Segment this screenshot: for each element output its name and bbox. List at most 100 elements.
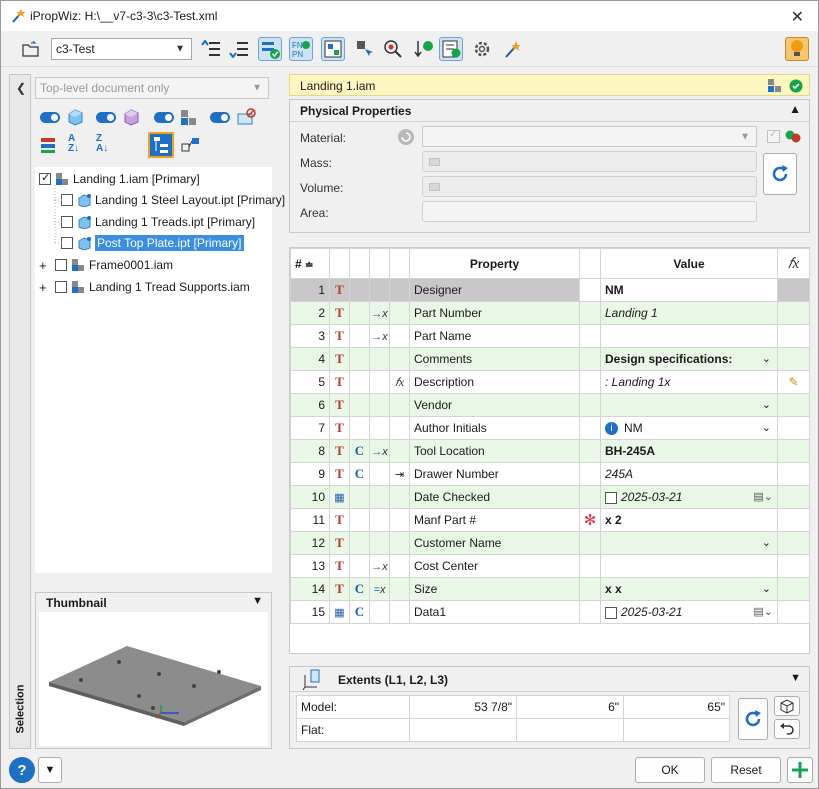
checkbox[interactable]: [605, 606, 617, 619]
collapse-left-icon[interactable]: ❮: [16, 81, 26, 95]
close-icon[interactable]: ✕: [791, 7, 804, 27]
checkbox[interactable]: [605, 491, 617, 504]
property-value[interactable]: Design specifications: ⌄: [600, 347, 778, 371]
assembly-view-icon[interactable]: [321, 37, 345, 61]
fx-cell[interactable]: [777, 577, 810, 601]
material-checkbox[interactable]: ✓: [767, 129, 780, 143]
chevron-down-icon[interactable]: ⌄: [762, 582, 771, 595]
undo-button[interactable]: [774, 719, 800, 739]
toggle-icon[interactable]: [40, 112, 60, 123]
properties-check-icon[interactable]: [258, 37, 282, 61]
flat-l1[interactable]: [409, 718, 517, 742]
toggle-icon[interactable]: [96, 112, 116, 123]
table-row[interactable]: 8 T C →x Tool Location BH-245A: [290, 439, 810, 463]
table-row[interactable]: 2 T →x Part Number Landing 1: [290, 301, 810, 325]
side-tab-selection[interactable]: Selection: [10, 674, 30, 744]
property-value[interactable]: 2025-03-21 ▤⌄: [600, 485, 778, 509]
expand-plus-icon[interactable]: +: [39, 280, 53, 295]
property-value[interactable]: 245A: [600, 462, 778, 486]
assembly-icon[interactable]: [180, 109, 198, 127]
table-row[interactable]: 12 T Customer Name ⌄: [290, 531, 810, 555]
header-num[interactable]: # ≐: [290, 248, 330, 279]
expand-plus-icon[interactable]: +: [39, 258, 53, 273]
table-row[interactable]: 14 T C =x Size x x ⌄: [290, 577, 810, 601]
sort-check-icon[interactable]: [412, 37, 436, 61]
fx-cell[interactable]: ✎: [777, 370, 810, 394]
property-value[interactable]: x 2: [600, 508, 778, 532]
tree-view-icon[interactable]: [148, 132, 174, 158]
date-picker-icon[interactable]: ▤⌄: [753, 605, 773, 618]
select-pointer-icon[interactable]: [353, 37, 377, 61]
property-value[interactable]: x x ⌄: [600, 577, 778, 601]
property-value[interactable]: [600, 554, 778, 578]
property-value[interactable]: [600, 324, 778, 348]
help-dropdown-button[interactable]: ▼: [38, 757, 62, 783]
property-value[interactable]: ⌄: [600, 531, 778, 555]
chevron-down-icon[interactable]: ⌄: [762, 536, 771, 549]
wizard-wand-icon[interactable]: [501, 37, 525, 61]
pencil-edit-icon[interactable]: ✎: [788, 375, 798, 389]
tree-item-child[interactable]: + Landing 1 Tread Supports.iam: [39, 277, 250, 297]
color-list-icon[interactable]: [40, 136, 58, 154]
table-row[interactable]: 15 ▦ C Data1 2025-03-21 ▤⌄: [290, 600, 810, 624]
fx-cell[interactable]: [777, 301, 810, 325]
zoom-search-icon[interactable]: [381, 37, 405, 61]
fx-cell[interactable]: [777, 278, 810, 302]
sort-za-icon[interactable]: Z A↓: [96, 134, 108, 154]
refresh-circle-icon[interactable]: [397, 128, 415, 146]
checkbox[interactable]: [55, 281, 67, 293]
header-value[interactable]: Value: [600, 248, 778, 279]
reset-button[interactable]: Reset: [711, 757, 781, 783]
material-select[interactable]: ▼: [422, 126, 757, 147]
refresh-physical-button[interactable]: [763, 153, 797, 195]
header-fx[interactable]: 𝑓x: [777, 248, 810, 279]
checkbox[interactable]: ✓: [39, 172, 51, 185]
fx-cell[interactable]: [777, 554, 810, 578]
table-row[interactable]: 3 T →x Part Name: [290, 324, 810, 348]
tree-item-child-selected[interactable]: Post Top Plate.ipt [Primary]: [61, 233, 244, 253]
fx-cell[interactable]: [777, 439, 810, 463]
fx-cell[interactable]: [777, 485, 810, 509]
table-row[interactable]: 11 T Manf Part # ✻ x 2: [290, 508, 810, 532]
date-picker-icon[interactable]: ▤⌄: [753, 490, 773, 503]
flat-list-icon[interactable]: [181, 136, 201, 154]
ok-button[interactable]: OK: [635, 757, 705, 783]
chevron-down-icon[interactable]: ▼: [252, 595, 263, 607]
table-row[interactable]: 10 ▦ Date Checked 2025-03-21 ▤⌄: [290, 485, 810, 509]
model-l3[interactable]: 65": [623, 695, 730, 719]
drawing-excluded-icon[interactable]: [236, 108, 256, 126]
part-purple-cube-icon[interactable]: [122, 108, 140, 126]
refresh-extents-button[interactable]: [738, 698, 768, 740]
chevron-up-icon[interactable]: ▲: [789, 102, 801, 116]
fx-cell[interactable]: [777, 531, 810, 555]
table-row[interactable]: 13 T →x Cost Center: [290, 554, 810, 578]
chevron-down-icon[interactable]: ⌄: [762, 352, 771, 365]
open-folder-icon[interactable]: [19, 37, 43, 61]
model-l2[interactable]: 6": [516, 695, 624, 719]
profile-select[interactable]: c3-Test ▼: [51, 38, 192, 60]
collapse-list-icon[interactable]: [227, 37, 251, 61]
chevron-down-icon[interactable]: ⌄: [762, 398, 771, 411]
toggle-icon[interactable]: [210, 112, 230, 123]
add-button[interactable]: [787, 757, 813, 783]
fx-cell[interactable]: [777, 324, 810, 348]
lightbulb-icon[interactable]: [785, 37, 809, 61]
property-value[interactable]: NM: [600, 278, 778, 302]
table-row[interactable]: 4 T Comments Design specifications: ⌄: [290, 347, 810, 371]
property-value[interactable]: Landing 1: [600, 301, 778, 325]
fx-cell[interactable]: [777, 600, 810, 624]
chevron-down-icon[interactable]: ▼: [790, 672, 801, 684]
property-value[interactable]: i NM ⌄: [600, 416, 778, 440]
tree-item-child[interactable]: Landing 1 Steel Layout.ipt [Primary]: [61, 190, 285, 210]
property-value[interactable]: ⌄: [600, 393, 778, 417]
header-property[interactable]: Property: [409, 248, 580, 279]
list-check-icon[interactable]: [439, 37, 463, 61]
property-value[interactable]: BH-245A: [600, 439, 778, 463]
model-l1[interactable]: 53 7/8": [409, 695, 517, 719]
flat-l2[interactable]: [516, 718, 624, 742]
part-cube-icon[interactable]: [66, 108, 84, 126]
tree-item-child[interactable]: Landing 1 Treads.ipt [Primary]: [61, 212, 255, 232]
table-row[interactable]: 7 T Author Initials i NM ⌄: [290, 416, 810, 440]
chevron-down-icon[interactable]: ⌄: [762, 421, 771, 434]
table-row[interactable]: 9 T C ⇥ Drawer Number 245A: [290, 462, 810, 486]
